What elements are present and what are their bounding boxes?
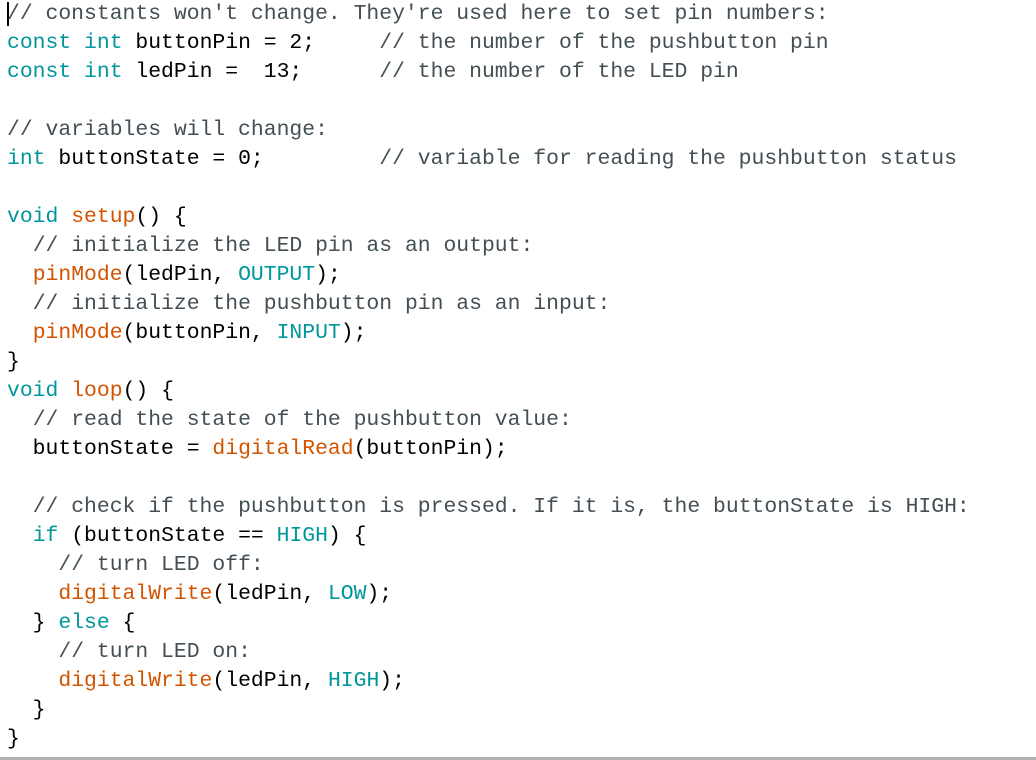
code-token-plain: buttonPin = 2; bbox=[122, 31, 380, 55]
code-token-comment: // variables will change: bbox=[7, 118, 328, 142]
code-line[interactable]: // constants won't change. They're used … bbox=[7, 0, 829, 29]
code-token-function: pinMode bbox=[32, 263, 123, 287]
code-token-plain: ); bbox=[366, 582, 393, 606]
code-token-function: digitalWrite bbox=[58, 582, 213, 606]
code-token-plain: buttonState = bbox=[7, 437, 213, 461]
code-token-function: loop bbox=[71, 379, 123, 403]
code-token-plain: (ledPin, bbox=[212, 669, 328, 693]
code-line[interactable]: } else { bbox=[7, 609, 136, 638]
code-line[interactable]: int buttonState = 0; // variable for rea… bbox=[7, 145, 957, 174]
code-token-keyword: int bbox=[7, 147, 46, 171]
code-token-comment: // initialize the pushbutton pin as an i… bbox=[32, 292, 611, 316]
code-token-comment: // constants won't change. They're used … bbox=[7, 2, 829, 26]
code-token-plain: () { bbox=[122, 379, 174, 403]
code-line[interactable]: // initialize the pushbutton pin as an i… bbox=[7, 290, 611, 319]
code-token-function: digitalWrite bbox=[58, 669, 213, 693]
code-token-plain: (buttonState == bbox=[58, 524, 277, 548]
code-line[interactable]: } bbox=[7, 725, 20, 754]
code-token-function: digitalRead bbox=[212, 437, 354, 461]
code-line[interactable]: // check if the pushbutton is pressed. I… bbox=[7, 493, 970, 522]
code-token-comment: // read the state of the pushbutton valu… bbox=[32, 408, 572, 432]
code-token-constant: OUTPUT bbox=[238, 263, 316, 287]
code-line[interactable]: void loop() { bbox=[7, 377, 174, 406]
code-line[interactable]: pinMode(ledPin, OUTPUT); bbox=[7, 261, 341, 290]
code-line[interactable]: if (buttonState == HIGH) { bbox=[7, 522, 367, 551]
code-token-constant: HIGH bbox=[327, 669, 380, 693]
code-token-comment: // the number of the pushbutton pin bbox=[379, 31, 829, 55]
code-token-function: pinMode bbox=[32, 321, 123, 345]
code-line[interactable]: digitalWrite(ledPin, LOW); bbox=[7, 580, 392, 609]
code-editor[interactable]: // constants won't change. They're used … bbox=[0, 0, 1036, 758]
code-line[interactable]: } bbox=[7, 348, 20, 377]
code-token-plain: ) { bbox=[327, 524, 367, 548]
code-token-comment: // turn LED off: bbox=[58, 553, 264, 577]
code-line[interactable]: // read the state of the pushbutton valu… bbox=[7, 406, 572, 435]
code-token-comment: // check if the pushbutton is pressed. I… bbox=[32, 495, 970, 519]
code-line[interactable]: pinMode(buttonPin, INPUT); bbox=[7, 319, 367, 348]
code-token-comment: // initialize the LED pin as an output: bbox=[32, 234, 534, 258]
code-token-comment: // variable for reading the pushbutton s… bbox=[379, 147, 957, 171]
code-token-plain: (ledPin, bbox=[212, 582, 328, 606]
code-token-plain: buttonState = 0; bbox=[45, 147, 380, 171]
code-token-keyword: int bbox=[84, 31, 123, 55]
code-token-plain: (buttonPin); bbox=[353, 437, 508, 461]
code-token-keyword: else bbox=[58, 611, 110, 635]
code-line[interactable]: digitalWrite(ledPin, HIGH); bbox=[7, 667, 405, 696]
code-token-function: setup bbox=[71, 205, 136, 229]
code-token-constant: INPUT bbox=[276, 321, 341, 345]
code-token-keyword: if bbox=[32, 524, 59, 548]
code-token-plain: ); bbox=[315, 263, 341, 287]
code-line[interactable]: // turn LED on: bbox=[7, 638, 251, 667]
code-token-constant: LOW bbox=[327, 582, 367, 606]
code-token-keyword: int bbox=[84, 60, 123, 84]
code-token-plain: ); bbox=[340, 321, 367, 345]
code-token-plain: () { bbox=[135, 205, 187, 229]
code-token-plain: } bbox=[7, 698, 46, 722]
code-token-keyword: const bbox=[7, 60, 72, 84]
code-token-plain: } bbox=[7, 611, 59, 635]
code-token-plain: } bbox=[7, 727, 20, 751]
code-line[interactable]: buttonState = digitalRead(buttonPin); bbox=[7, 435, 508, 464]
code-token-constant: HIGH bbox=[276, 524, 328, 548]
code-token-plain: (ledPin, bbox=[122, 263, 239, 287]
code-token-comment: // turn LED on: bbox=[58, 640, 251, 664]
code-line[interactable]: const int ledPin = 13; // the number of … bbox=[7, 58, 739, 87]
code-line[interactable]: void setup() { bbox=[7, 203, 187, 232]
code-line[interactable]: } bbox=[7, 696, 46, 725]
code-token-comment: // the number of the LED pin bbox=[379, 60, 739, 84]
code-token-keyword: const bbox=[7, 31, 72, 55]
code-token-plain: (buttonPin, bbox=[122, 321, 277, 345]
code-token-keyword: void bbox=[7, 379, 59, 403]
code-token-plain: } bbox=[7, 350, 20, 374]
code-token-keyword: void bbox=[7, 205, 59, 229]
code-line[interactable]: // variables will change: bbox=[7, 116, 328, 145]
code-token-plain: ); bbox=[379, 669, 405, 693]
code-line[interactable]: // turn LED off: bbox=[7, 551, 264, 580]
code-token-plain: ledPin = 13; bbox=[122, 60, 380, 84]
code-line[interactable]: // initialize the LED pin as an output: bbox=[7, 232, 534, 261]
code-line[interactable]: const int buttonPin = 2; // the number o… bbox=[7, 29, 829, 58]
code-token-plain: { bbox=[109, 611, 136, 635]
